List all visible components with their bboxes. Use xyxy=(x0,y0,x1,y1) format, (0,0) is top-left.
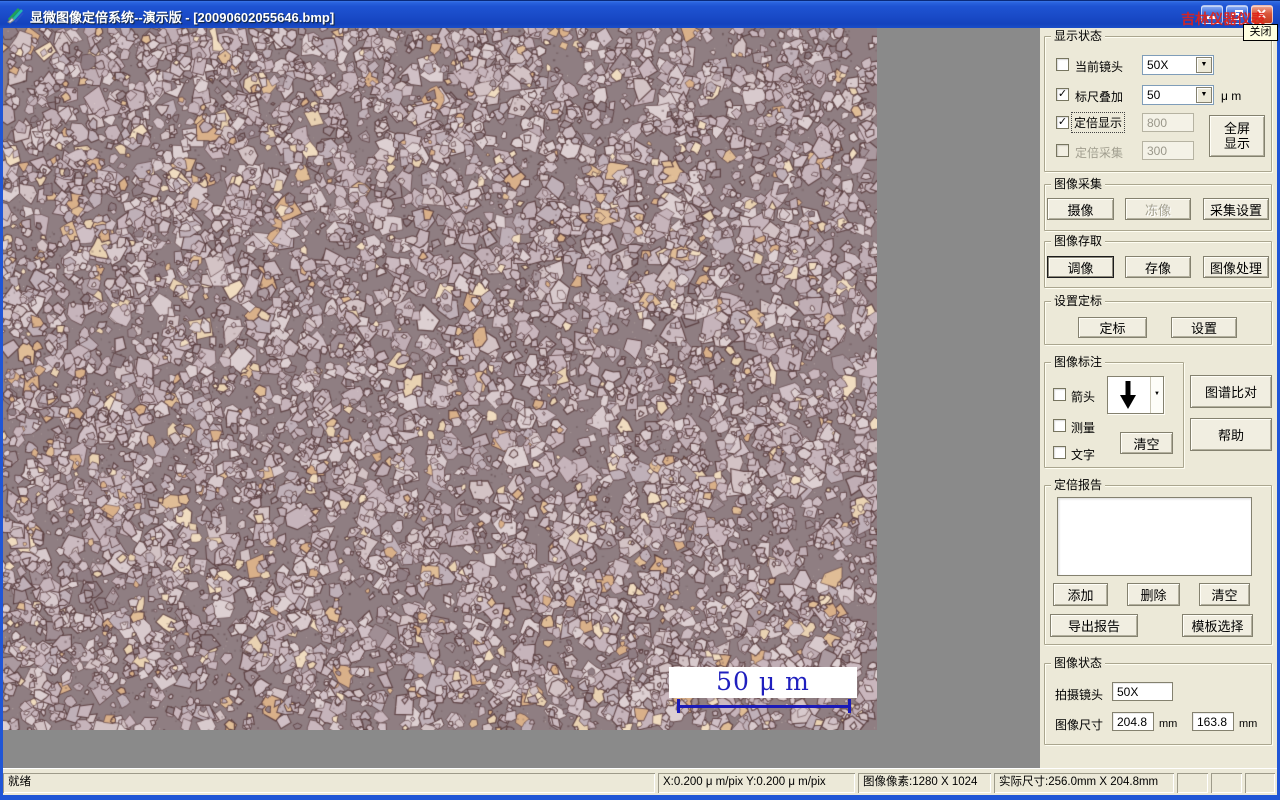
current-lens-label: 当前镜头 xyxy=(1075,60,1124,74)
scale-bar-tick-right xyxy=(848,699,851,713)
report-clear-button[interactable]: 清空 xyxy=(1199,583,1250,606)
micrograph-view[interactable]: 50 μ m xyxy=(3,28,877,730)
template-select-button[interactable]: 模板选择 xyxy=(1182,614,1253,637)
title-bar: 显微图像定倍系统--演示版 - [20090602055646.bmp] xyxy=(0,0,1280,28)
scale-bar-tick-left xyxy=(677,699,680,713)
calibrate-button[interactable]: 定标 xyxy=(1078,317,1147,338)
group-calibration-title: 设置定标 xyxy=(1051,294,1106,308)
image-process-button[interactable]: 图像处理 xyxy=(1203,256,1269,278)
load-image-button[interactable]: 调像 xyxy=(1047,256,1114,278)
report-listbox[interactable] xyxy=(1057,497,1252,576)
fixed-display-label: 定倍显示 xyxy=(1070,112,1126,133)
fixed-capture-input: 300 xyxy=(1142,141,1194,160)
status-ready: 就绪 xyxy=(3,773,655,793)
status-pixel-scale: X:0.200 μ m/pix Y:0.200 μ m/pix xyxy=(658,773,855,793)
fullscreen-button[interactable]: 全屏 显示 xyxy=(1209,115,1265,157)
status-actual-size: 实际尺寸:256.0mm X 204.8mm xyxy=(994,773,1174,793)
arrow-label: 箭头 xyxy=(1071,390,1096,404)
scale-overlay-unit: μ m xyxy=(1221,89,1242,103)
micrograph-image xyxy=(3,28,877,730)
chevron-down-icon[interactable]: ▼ xyxy=(1196,87,1212,103)
scale-overlay-select[interactable]: 50 ▼ xyxy=(1142,85,1214,105)
arrow-down-icon xyxy=(1120,381,1136,409)
lens-value-field: 50X xyxy=(1112,682,1173,701)
window-border-bottom xyxy=(0,795,1280,800)
status-bar: 就绪 X:0.200 μ m/pix Y:0.200 μ m/pix 图像像素:… xyxy=(3,768,1277,795)
minimize-button[interactable] xyxy=(1201,5,1223,24)
minimize-icon xyxy=(1207,16,1216,19)
arrow-style-select[interactable]: ▼ xyxy=(1107,376,1164,414)
scale-overlay-label: 标尺叠加 xyxy=(1075,90,1124,104)
status-image-pixels: 图像像素:1280 X 1024 xyxy=(858,773,991,793)
current-lens-checkbox[interactable] xyxy=(1056,58,1069,71)
capture-camera-button[interactable]: 摄像 xyxy=(1047,198,1114,220)
app-icon xyxy=(7,7,24,24)
arrow-checkbox[interactable] xyxy=(1053,388,1066,401)
measure-label: 测量 xyxy=(1071,421,1096,435)
close-button[interactable] xyxy=(1251,5,1273,24)
height-unit-label: mm xyxy=(1239,718,1258,730)
scale-bar-label: 50 μ m xyxy=(669,667,857,698)
capture-freeze-button: 冻像 xyxy=(1125,198,1191,220)
close-tooltip: 关闭 xyxy=(1243,24,1278,41)
group-report-title: 定倍报告 xyxy=(1051,478,1106,492)
text-label: 文字 xyxy=(1071,448,1096,462)
capture-settings-button[interactable]: 采集设置 xyxy=(1203,198,1269,220)
status-spare-2 xyxy=(1211,773,1242,793)
width-unit-label: mm xyxy=(1159,718,1178,730)
window-title: 显微图像定倍系统--演示版 - [20090602055646.bmp] xyxy=(30,10,335,25)
group-capture-title: 图像采集 xyxy=(1051,177,1106,191)
scale-overlay-checkbox[interactable]: ✓ xyxy=(1056,88,1069,101)
fixed-display-checkbox[interactable]: ✓ xyxy=(1056,116,1069,129)
chevron-down-icon[interactable]: ▼ xyxy=(1196,57,1212,73)
group-image-status-title: 图像状态 xyxy=(1051,656,1106,670)
group-annotation-title: 图像标注 xyxy=(1051,355,1106,369)
restore-button[interactable] xyxy=(1226,5,1248,24)
size-label: 图像尺寸 xyxy=(1055,718,1104,732)
save-image-button[interactable]: 存像 xyxy=(1125,256,1191,278)
fixed-display-input: 800 xyxy=(1142,113,1194,132)
help-button[interactable]: 帮助 xyxy=(1190,418,1272,451)
calibration-settings-button[interactable]: 设置 xyxy=(1171,317,1237,338)
annotation-clear-button[interactable]: 清空 xyxy=(1120,432,1173,454)
measure-checkbox[interactable] xyxy=(1053,419,1066,432)
close-icon xyxy=(1257,9,1266,19)
report-add-button[interactable]: 添加 xyxy=(1053,583,1108,606)
export-report-button[interactable]: 导出报告 xyxy=(1050,614,1138,637)
lens-label: 拍摄镜头 xyxy=(1055,688,1104,702)
fixed-capture-checkbox xyxy=(1056,144,1069,157)
status-spare-3 xyxy=(1245,773,1275,793)
report-delete-button[interactable]: 删除 xyxy=(1127,583,1180,606)
scale-bar-line xyxy=(677,705,851,708)
atlas-compare-button[interactable]: 图谱比对 xyxy=(1190,375,1272,408)
text-checkbox[interactable] xyxy=(1053,446,1066,459)
chevron-down-icon[interactable]: ▼ xyxy=(1150,377,1163,413)
group-storage-title: 图像存取 xyxy=(1051,234,1106,248)
image-height-field: 163.8 xyxy=(1192,712,1234,731)
status-spare-1 xyxy=(1177,773,1208,793)
image-width-field: 204.8 xyxy=(1112,712,1154,731)
fixed-capture-label: 定倍采集 xyxy=(1075,146,1124,160)
group-display-status-title: 显示状态 xyxy=(1051,29,1106,43)
current-lens-select[interactable]: 50X ▼ xyxy=(1142,55,1214,75)
